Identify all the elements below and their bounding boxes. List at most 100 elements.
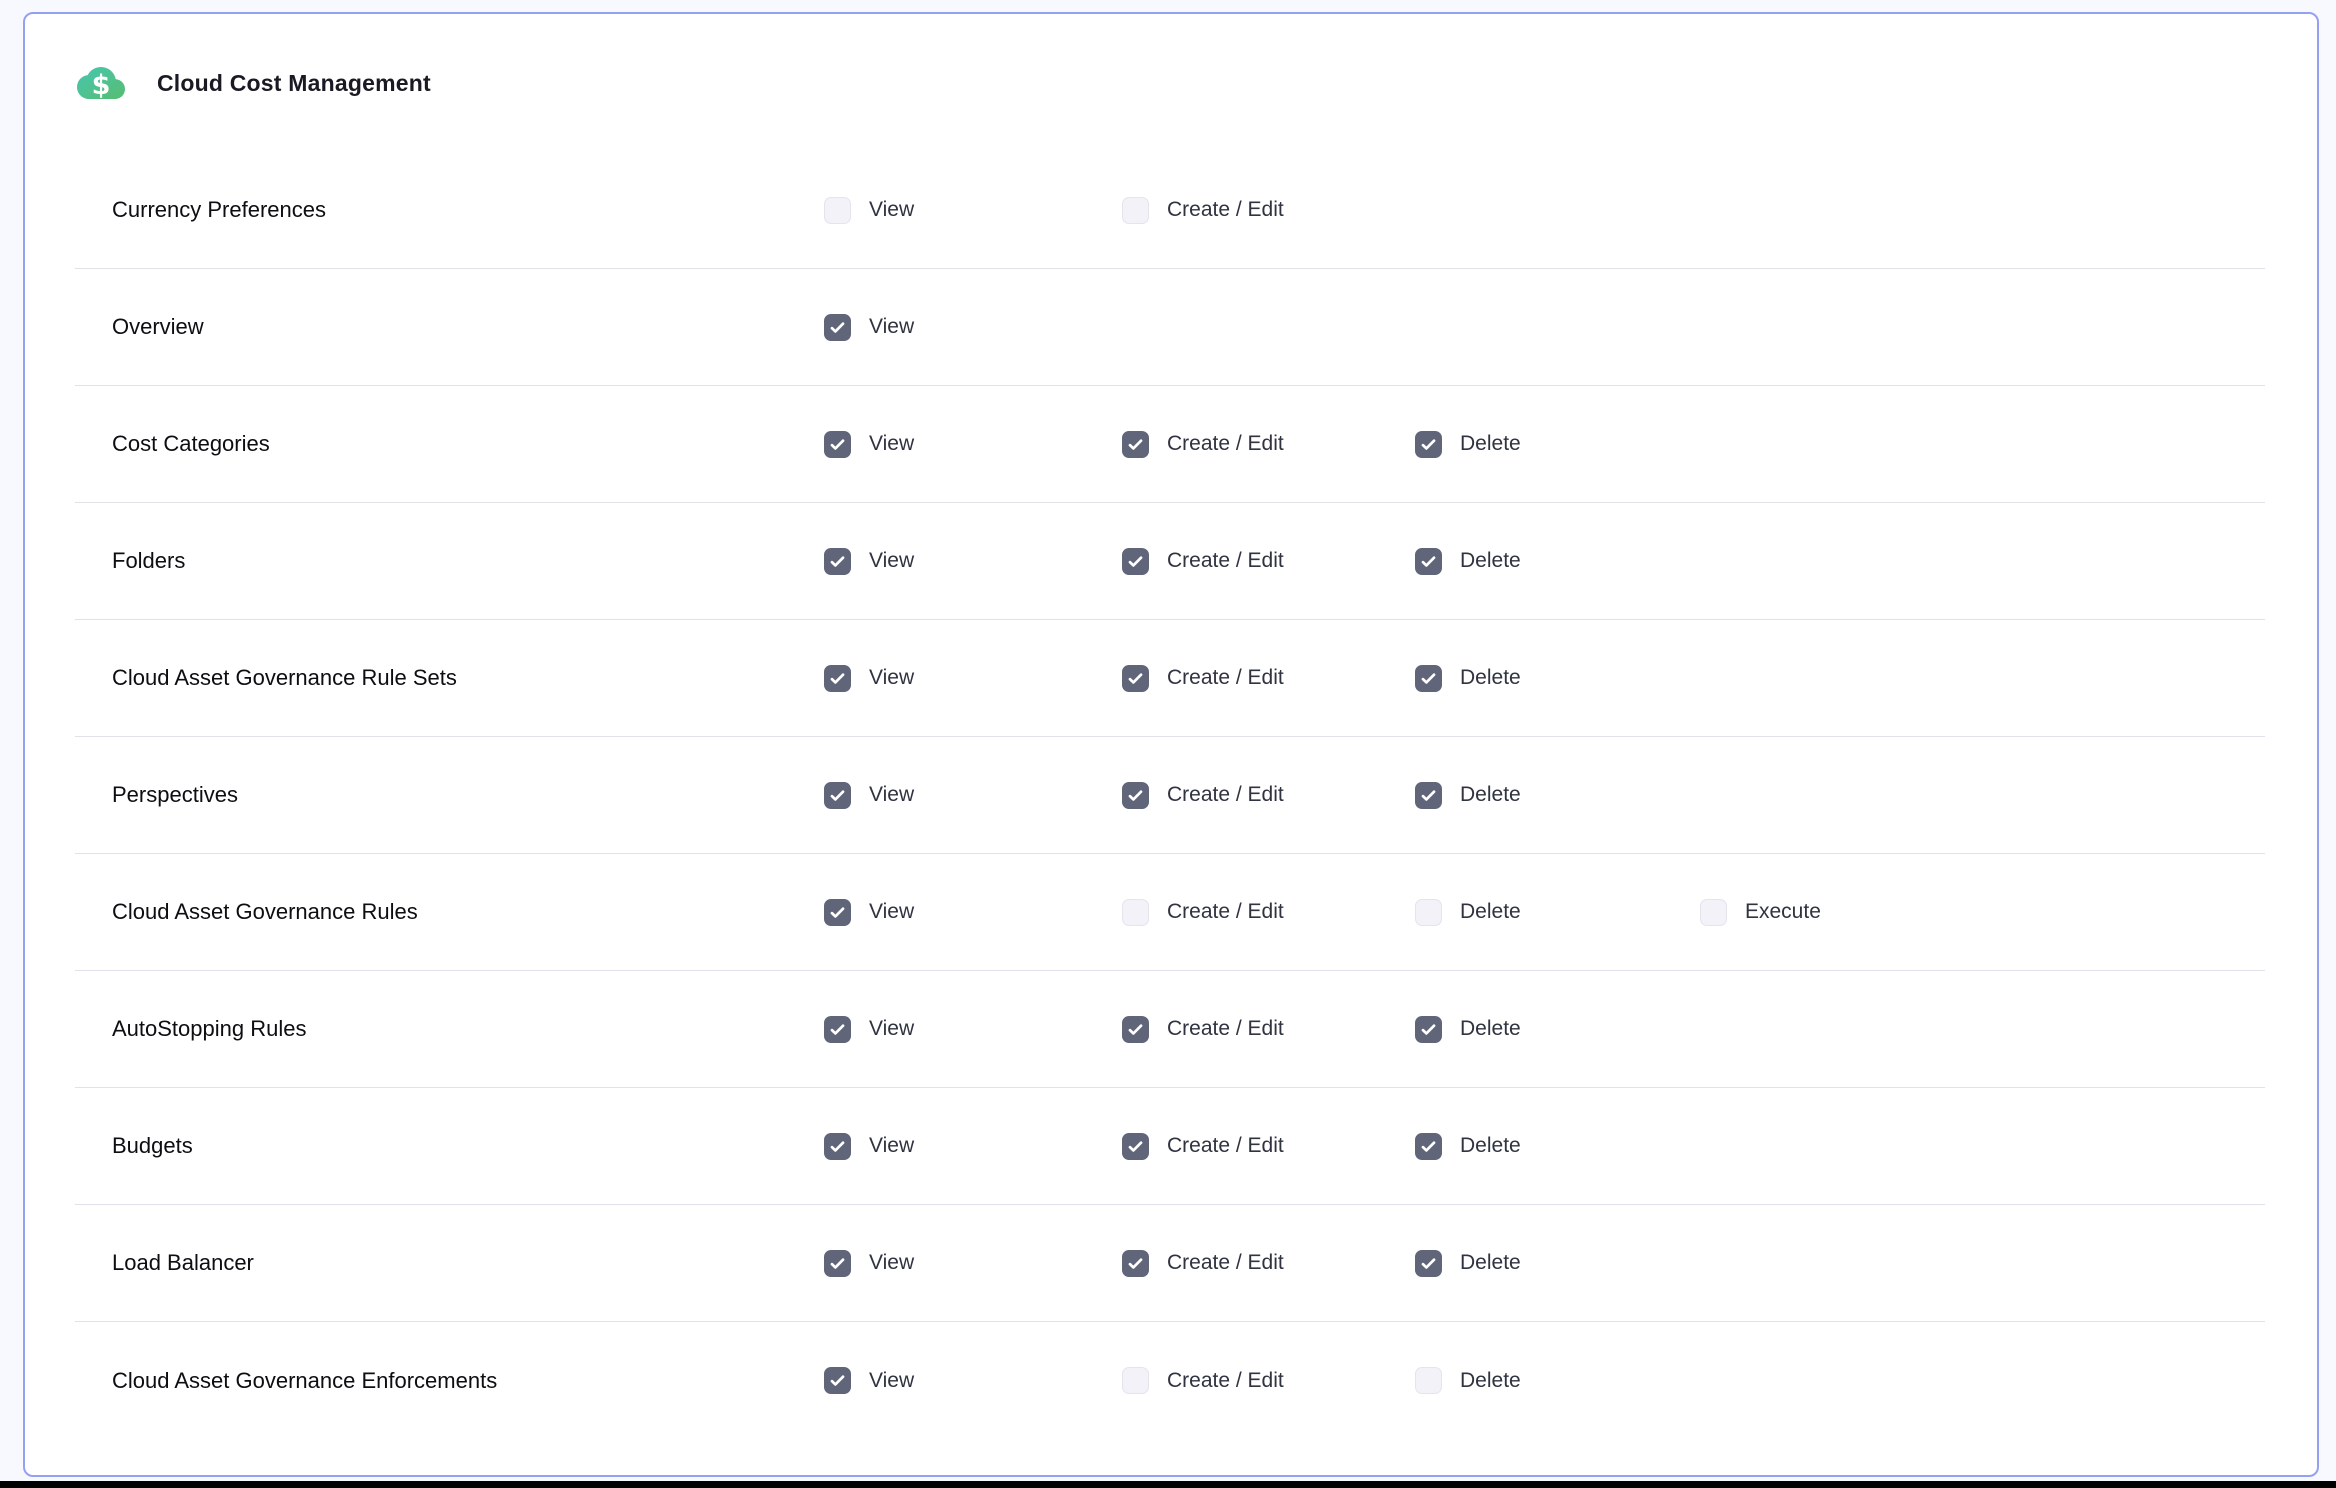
checkbox-checked-icon[interactable] xyxy=(824,431,851,458)
permission-checkbox-create_edit[interactable]: Create / Edit xyxy=(1122,1367,1415,1394)
checkbox-checked-icon[interactable] xyxy=(1415,431,1442,458)
permission-checkbox-view[interactable]: View xyxy=(824,899,1122,926)
check-icon xyxy=(1419,786,1438,805)
permission-checkbox-label: Create / Edit xyxy=(1167,1017,1284,1041)
permission-checkbox-create_edit[interactable]: Create / Edit xyxy=(1122,1250,1415,1277)
checkbox-checked-icon[interactable] xyxy=(824,1367,851,1394)
checkbox-checked-icon[interactable] xyxy=(1415,548,1442,575)
checkbox-checked-icon[interactable] xyxy=(1415,665,1442,692)
checkbox-checked-icon[interactable] xyxy=(1122,1016,1149,1043)
permission-row: Budgets ViewCreate / EditDelete xyxy=(75,1088,2265,1205)
check-icon xyxy=(1126,1254,1145,1273)
permission-checkbox-label: Delete xyxy=(1460,1251,1521,1275)
checkbox-checked-icon[interactable] xyxy=(1122,431,1149,458)
checkbox-checked-icon[interactable] xyxy=(1415,1016,1442,1043)
checkbox-checked-icon[interactable] xyxy=(1415,1250,1442,1277)
permission-checkbox-label: Delete xyxy=(1460,783,1521,807)
permission-checkbox-label: View xyxy=(869,666,914,690)
check-icon xyxy=(1126,1020,1145,1039)
checkbox-unchecked-icon[interactable] xyxy=(1122,1367,1149,1394)
checkbox-checked-icon[interactable] xyxy=(824,899,851,926)
permission-checkbox-create_edit[interactable]: Create / Edit xyxy=(1122,431,1415,458)
permission-checkbox-label: Create / Edit xyxy=(1167,1251,1284,1275)
permission-checkbox-delete[interactable]: Delete xyxy=(1415,1133,1700,1160)
checkbox-checked-icon[interactable] xyxy=(1122,782,1149,809)
permission-row: Cost Categories ViewCreate / EditDelete xyxy=(75,386,2265,503)
checkbox-checked-icon[interactable] xyxy=(1122,1250,1149,1277)
checkbox-checked-icon[interactable] xyxy=(824,1133,851,1160)
permission-checkbox-label: Create / Edit xyxy=(1167,783,1284,807)
check-icon xyxy=(828,1371,847,1390)
permission-checkbox-create_edit[interactable]: Create / Edit xyxy=(1122,782,1415,809)
permission-checkbox-view[interactable]: View xyxy=(824,665,1122,692)
permission-checkbox-view[interactable]: View xyxy=(824,197,1122,224)
check-icon xyxy=(1126,552,1145,571)
permission-checkbox-label: View xyxy=(869,549,914,573)
permission-checkbox-create_edit[interactable]: Create / Edit xyxy=(1122,899,1415,926)
checkbox-checked-icon[interactable] xyxy=(824,314,851,341)
check-icon xyxy=(828,435,847,454)
permission-checkbox-create_edit[interactable]: Create / Edit xyxy=(1122,1016,1415,1043)
permission-checkbox-view[interactable]: View xyxy=(824,1133,1122,1160)
permission-checkbox-delete[interactable]: Delete xyxy=(1415,1367,1700,1394)
check-icon xyxy=(828,1137,847,1156)
checkbox-checked-icon[interactable] xyxy=(1122,1133,1149,1160)
permission-row-label: Load Balancer xyxy=(75,1250,824,1276)
permission-checkbox-view[interactable]: View xyxy=(824,1367,1122,1394)
permission-checkbox-view[interactable]: View xyxy=(824,1016,1122,1043)
checkbox-unchecked-icon[interactable] xyxy=(824,197,851,224)
checkbox-checked-icon[interactable] xyxy=(824,1250,851,1277)
permission-checkbox-execute[interactable]: Execute xyxy=(1700,899,2265,926)
permission-checkbox-delete[interactable]: Delete xyxy=(1415,431,1700,458)
permission-checkbox-view[interactable]: View xyxy=(824,431,1122,458)
permission-row: AutoStopping Rules View Create / Edit Dele… xyxy=(75,971,2265,1088)
permission-checkbox-delete[interactable]: Delete xyxy=(1415,548,1700,575)
permission-checkbox-label: Delete xyxy=(1460,900,1521,924)
check-icon xyxy=(828,1254,847,1273)
permission-row: Load Balancer View Create / Edit Delete xyxy=(75,1205,2265,1322)
check-icon xyxy=(1126,786,1145,805)
checkbox-checked-icon[interactable] xyxy=(1415,782,1442,809)
checkbox-checked-icon[interactable] xyxy=(1122,665,1149,692)
permission-row: Cloud Asset Governance Rule Sets ViewCre… xyxy=(75,620,2265,737)
checkbox-checked-icon[interactable] xyxy=(824,665,851,692)
permission-row-label: AutoStopping Rules xyxy=(75,1016,824,1042)
permission-checkbox-label: Execute xyxy=(1745,900,1821,924)
permission-checkbox-delete[interactable]: Delete xyxy=(1415,1016,1700,1043)
checkbox-unchecked-icon[interactable] xyxy=(1415,1367,1442,1394)
permission-checkbox-delete[interactable]: Delete xyxy=(1415,1250,1700,1277)
permission-checkbox-view[interactable]: View xyxy=(824,782,1122,809)
permission-checkbox-view[interactable]: View xyxy=(824,1250,1122,1277)
permission-checkbox-create_edit[interactable]: Create / Edit xyxy=(1122,197,1415,224)
permission-checkbox-label: Create / Edit xyxy=(1167,1134,1284,1158)
permission-checkbox-create_edit[interactable]: Create / Edit xyxy=(1122,1133,1415,1160)
check-icon xyxy=(1419,669,1438,688)
checkbox-unchecked-icon[interactable] xyxy=(1122,899,1149,926)
permission-checkbox-delete[interactable]: Delete xyxy=(1415,665,1700,692)
checkbox-checked-icon[interactable] xyxy=(824,548,851,575)
check-icon xyxy=(828,1020,847,1039)
permission-checkbox-view[interactable]: View xyxy=(824,548,1122,575)
permission-checkbox-delete[interactable]: Delete xyxy=(1415,899,1700,926)
permission-row-label: Cloud Asset Governance Enforcements xyxy=(75,1368,824,1394)
permission-checkbox-create_edit[interactable]: Create / Edit xyxy=(1122,665,1415,692)
permission-checkbox-label: View xyxy=(869,783,914,807)
check-icon xyxy=(1419,435,1438,454)
permission-checkbox-label: View xyxy=(869,1017,914,1041)
checkbox-unchecked-icon[interactable] xyxy=(1700,899,1727,926)
permission-checkbox-label: View xyxy=(869,900,914,924)
checkbox-checked-icon[interactable] xyxy=(1415,1133,1442,1160)
checkbox-unchecked-icon[interactable] xyxy=(1415,899,1442,926)
permission-checkbox-delete[interactable]: Delete xyxy=(1415,782,1700,809)
checkbox-checked-icon[interactable] xyxy=(824,1016,851,1043)
permission-checkbox-create_edit[interactable]: Create / Edit xyxy=(1122,548,1415,575)
permission-checkbox-label: View xyxy=(869,1251,914,1275)
permission-row: Overview View xyxy=(75,269,2265,386)
permission-checkbox-label: Delete xyxy=(1460,1134,1521,1158)
checkbox-checked-icon[interactable] xyxy=(1122,548,1149,575)
permission-checkbox-label: Create / Edit xyxy=(1167,900,1284,924)
checkbox-checked-icon[interactable] xyxy=(824,782,851,809)
checkbox-unchecked-icon[interactable] xyxy=(1122,197,1149,224)
permission-checkbox-view[interactable]: View xyxy=(824,314,1122,341)
permission-checkbox-label: Create / Edit xyxy=(1167,432,1284,456)
